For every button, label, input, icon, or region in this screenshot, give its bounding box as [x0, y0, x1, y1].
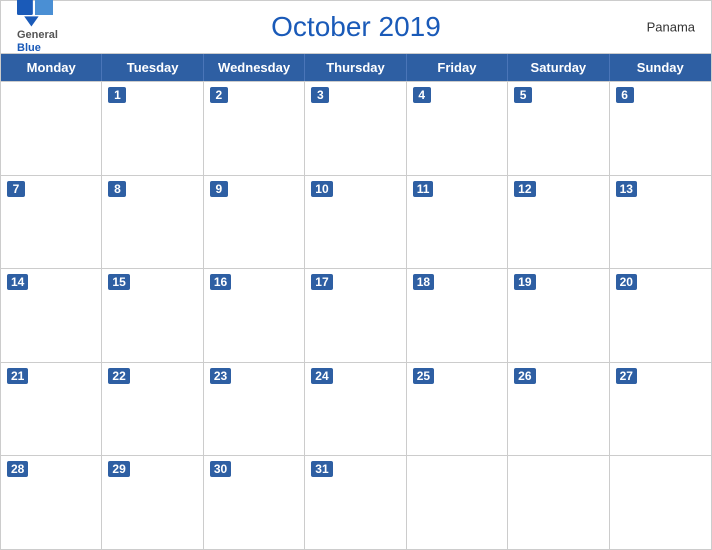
day-number-24: 24 [311, 368, 332, 384]
day-number-28: 28 [7, 461, 28, 477]
empty-cell-w4-d6 [610, 456, 711, 549]
day-cell-2: 2 [204, 82, 305, 175]
day-number-20: 20 [616, 274, 637, 290]
day-cell-15: 15 [102, 269, 203, 362]
day-cell-13: 13 [610, 176, 711, 269]
day-number-9: 9 [210, 181, 228, 197]
day-number-8: 8 [108, 181, 126, 197]
day-number-15: 15 [108, 274, 129, 290]
day-number-11: 11 [413, 181, 434, 197]
day-cell-20: 20 [610, 269, 711, 362]
day-number-14: 14 [7, 274, 28, 290]
day-cell-3: 3 [305, 82, 406, 175]
day-number-3: 3 [311, 87, 329, 103]
day-cell-16: 16 [204, 269, 305, 362]
day-cell-10: 10 [305, 176, 406, 269]
day-cell-8: 8 [102, 176, 203, 269]
day-cell-28: 28 [1, 456, 102, 549]
day-cell-11: 11 [407, 176, 508, 269]
day-cell-27: 27 [610, 363, 711, 456]
calendar-header: General Blue October 2019 Panama [1, 1, 711, 53]
day-cell-9: 9 [204, 176, 305, 269]
logo-general-text: General [17, 29, 58, 42]
day-number-13: 13 [616, 181, 637, 197]
day-cell-5: 5 [508, 82, 609, 175]
logo-blue-text: Blue [17, 42, 41, 55]
week-row-1: 1 2 3 4 5 6 [1, 81, 711, 175]
day-number-19: 19 [514, 274, 535, 290]
day-cell-12: 12 [508, 176, 609, 269]
header-monday: Monday [1, 54, 102, 81]
day-number-7: 7 [7, 181, 25, 197]
day-number-16: 16 [210, 274, 231, 290]
general-blue-logo [17, 0, 53, 27]
day-cell-31: 31 [305, 456, 406, 549]
day-number-25: 25 [413, 368, 434, 384]
day-number-10: 10 [311, 181, 332, 197]
day-cell-4: 4 [407, 82, 508, 175]
header-sunday: Sunday [610, 54, 711, 81]
header-tuesday: Tuesday [102, 54, 203, 81]
header-thursday: Thursday [305, 54, 406, 81]
day-number-30: 30 [210, 461, 231, 477]
country-label: Panama [647, 20, 695, 35]
day-headers: Monday Tuesday Wednesday Thursday Friday… [1, 54, 711, 81]
day-number-4: 4 [413, 87, 431, 103]
calendar-weeks: 1234567891011121314151617181920212223242… [1, 81, 711, 549]
day-number-23: 23 [210, 368, 231, 384]
day-number-2: 2 [210, 87, 228, 103]
month-title: October 2019 [271, 11, 441, 43]
day-number-17: 17 [311, 274, 332, 290]
day-number-1: 1 [108, 87, 126, 103]
day-cell-6: 6 [610, 82, 711, 175]
week-row-3: 14 15 16 17 18 19 20 [1, 268, 711, 362]
week-row-5: 28 29 30 31 [1, 455, 711, 549]
calendar-grid: Monday Tuesday Wednesday Thursday Friday… [1, 53, 711, 549]
day-number-26: 26 [514, 368, 535, 384]
day-cell-21: 21 [1, 363, 102, 456]
day-number-27: 27 [616, 368, 637, 384]
day-cell-23: 23 [204, 363, 305, 456]
day-number-21: 21 [7, 368, 28, 384]
day-number-22: 22 [108, 368, 129, 384]
empty-cell-w4-d4 [407, 456, 508, 549]
week-row-4: 21 22 23 24 25 26 27 [1, 362, 711, 456]
day-cell-19: 19 [508, 269, 609, 362]
day-number-29: 29 [108, 461, 129, 477]
week-row-2: 7 8 9 10 11 12 13 [1, 175, 711, 269]
day-cell-22: 22 [102, 363, 203, 456]
day-number-12: 12 [514, 181, 535, 197]
header-saturday: Saturday [508, 54, 609, 81]
day-number-6: 6 [616, 87, 634, 103]
day-number-5: 5 [514, 87, 532, 103]
day-cell-24: 24 [305, 363, 406, 456]
calendar-container: General Blue October 2019 Panama Monday … [0, 0, 712, 550]
empty-cell-w0-d0 [1, 82, 102, 175]
day-cell-14: 14 [1, 269, 102, 362]
logo-area: General Blue [17, 0, 58, 55]
day-cell-17: 17 [305, 269, 406, 362]
day-cell-7: 7 [1, 176, 102, 269]
header-friday: Friday [407, 54, 508, 81]
day-cell-25: 25 [407, 363, 508, 456]
day-cell-1: 1 [102, 82, 203, 175]
day-cell-30: 30 [204, 456, 305, 549]
day-cell-29: 29 [102, 456, 203, 549]
day-cell-18: 18 [407, 269, 508, 362]
day-cell-26: 26 [508, 363, 609, 456]
header-wednesday: Wednesday [204, 54, 305, 81]
day-number-18: 18 [413, 274, 434, 290]
empty-cell-w4-d5 [508, 456, 609, 549]
day-number-31: 31 [311, 461, 332, 477]
